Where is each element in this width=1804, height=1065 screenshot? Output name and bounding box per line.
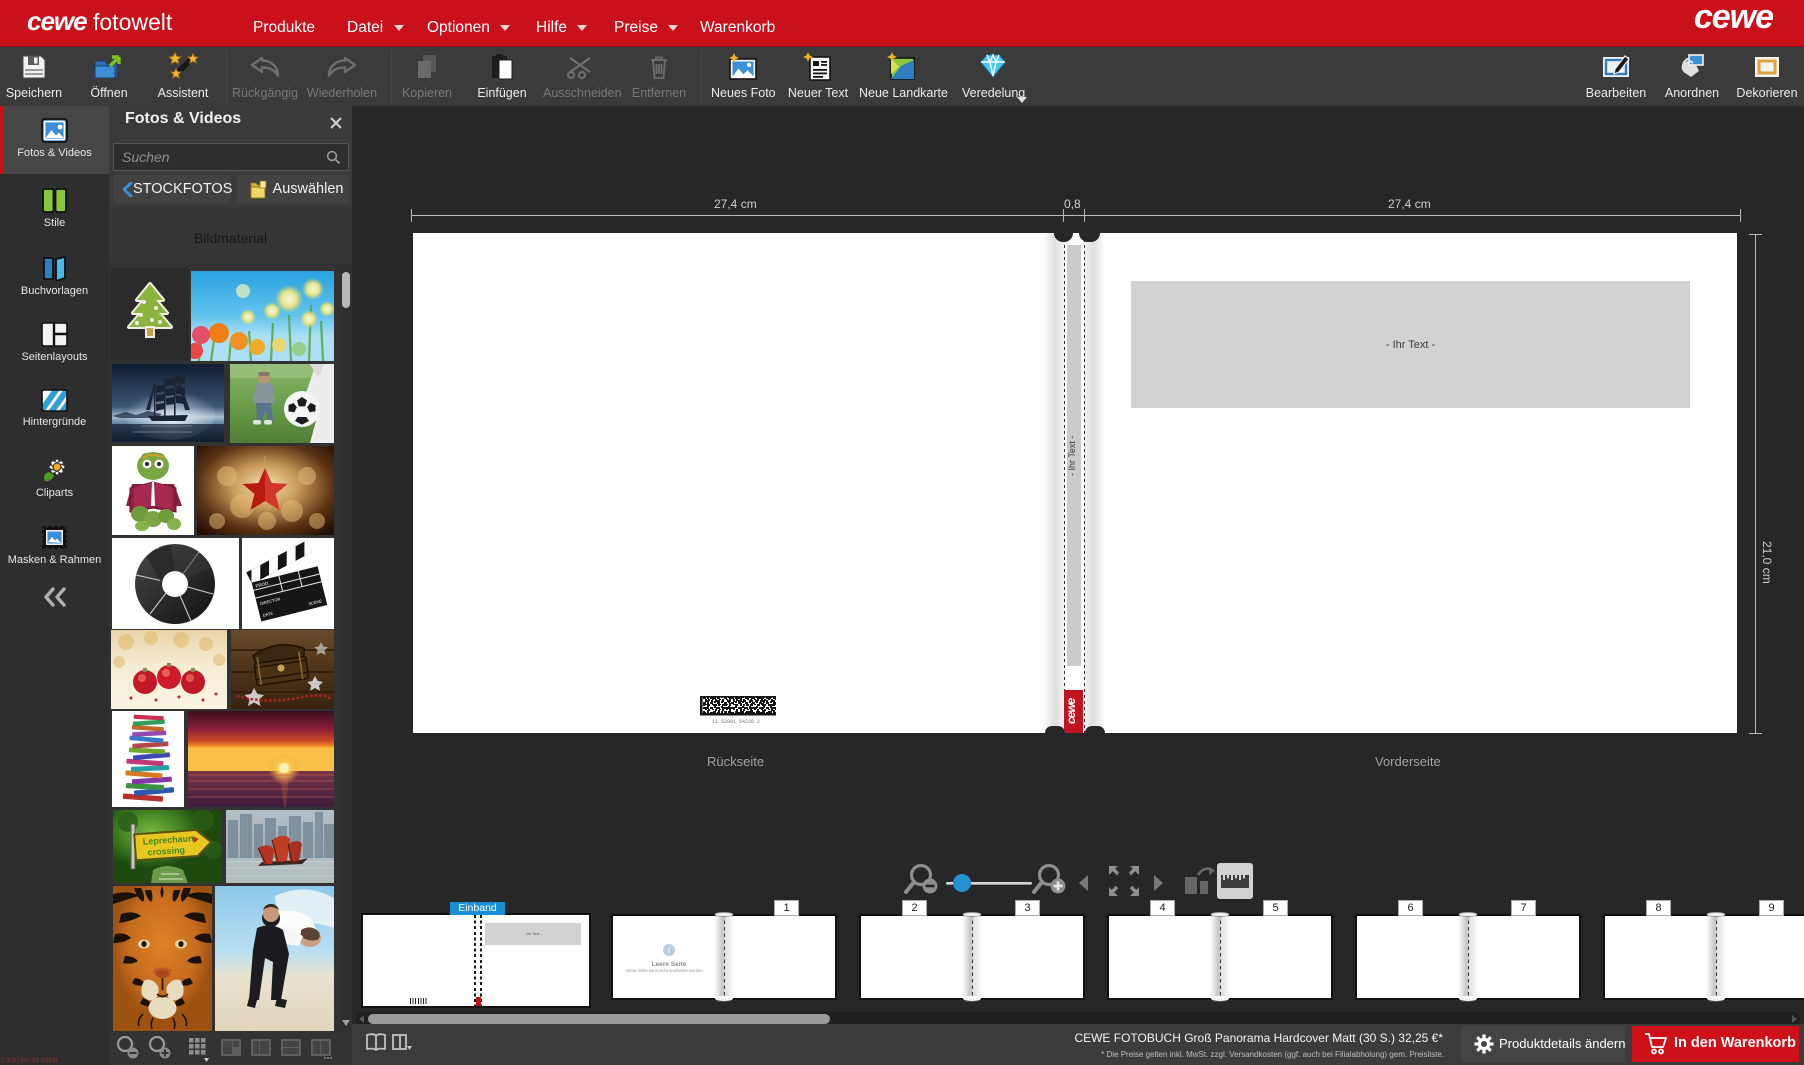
svg-text:11 52001 54226 2: 11 52001 54226 2 bbox=[712, 719, 760, 724]
